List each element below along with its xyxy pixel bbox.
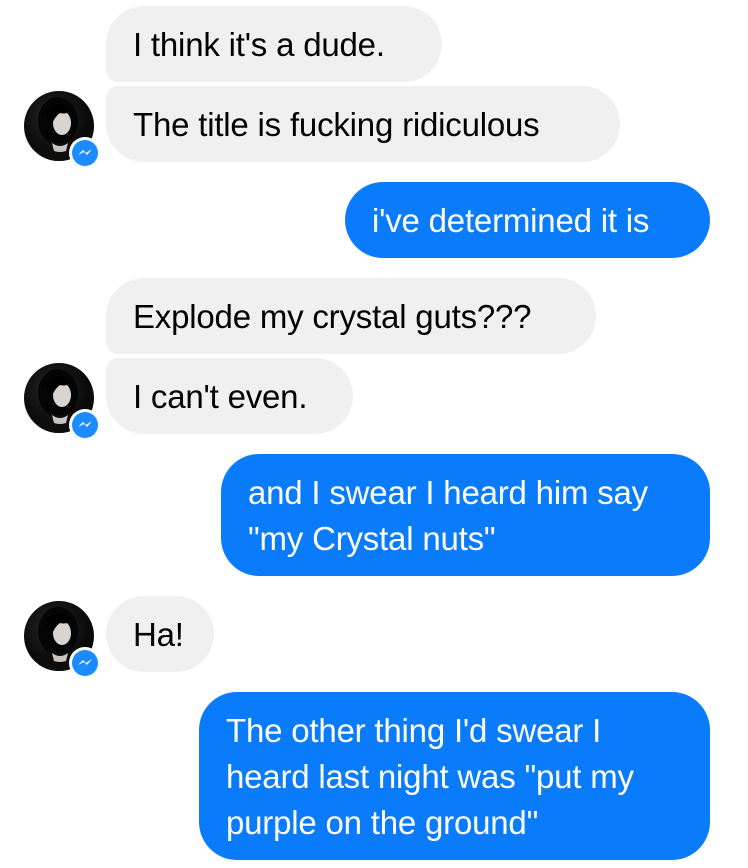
messenger-icon [69, 137, 101, 169]
incoming-message[interactable]: Ha! [106, 596, 214, 672]
incoming-message[interactable]: I can't even. [106, 358, 353, 434]
messenger-icon [69, 647, 101, 679]
outgoing-message[interactable]: and I swear I heard him say "my Crystal … [221, 454, 710, 576]
messenger-icon [69, 409, 101, 441]
contact-avatar[interactable] [24, 363, 101, 441]
contact-avatar[interactable] [24, 91, 101, 169]
incoming-message[interactable]: I think it's a dude. [106, 6, 442, 82]
incoming-message[interactable]: Explode my crystal guts??? [106, 278, 596, 354]
contact-avatar[interactable] [24, 601, 101, 679]
incoming-message[interactable]: The title is fucking ridiculous [106, 86, 620, 162]
outgoing-message[interactable]: i've determined it is [345, 182, 710, 258]
outgoing-message[interactable]: The other thing I'd swear I heard last n… [199, 692, 710, 860]
